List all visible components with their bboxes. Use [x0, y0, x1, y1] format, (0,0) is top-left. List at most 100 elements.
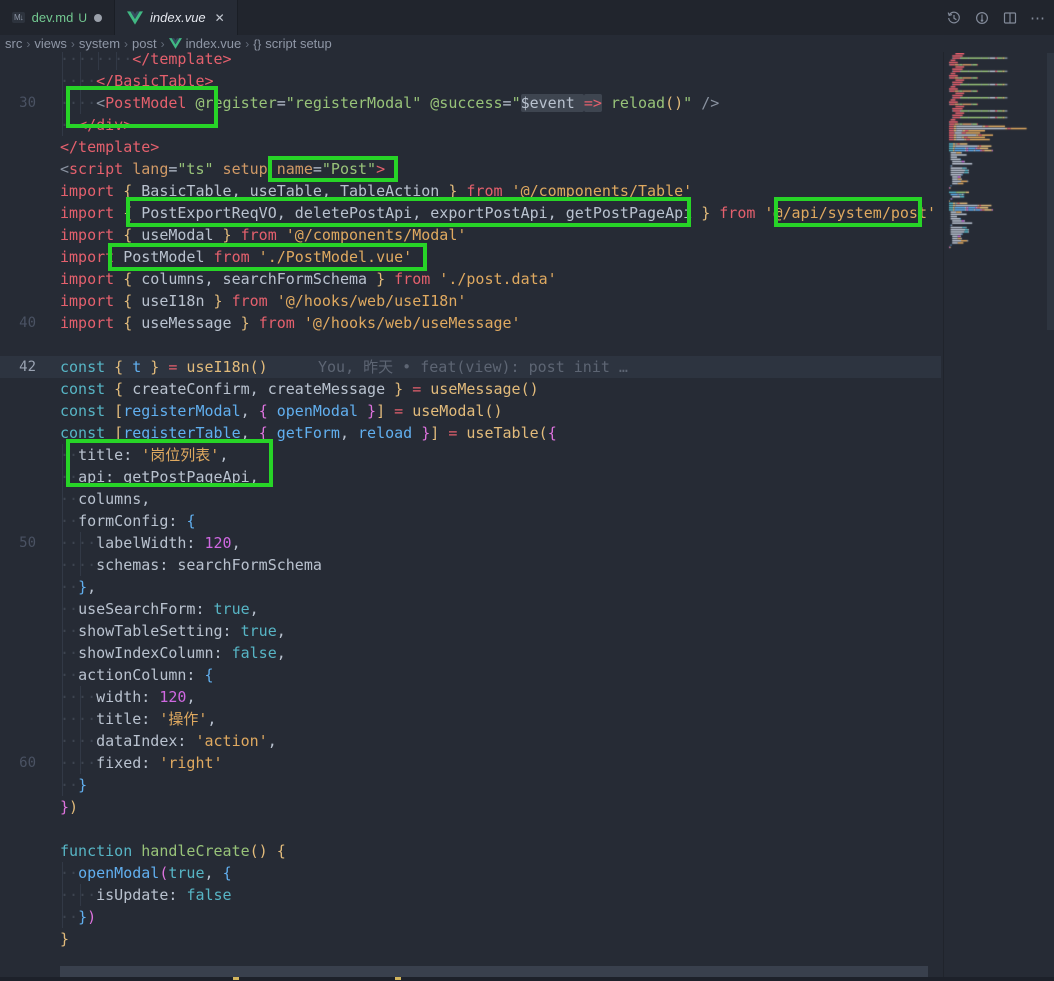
code-area[interactable]: ········</template>····</BasicTable>30··…: [0, 48, 941, 981]
tab-bar: M↓ dev.md U index.vue ✕: [0, 0, 1054, 35]
code-line-55[interactable]: ··showIndexColumn: false,: [0, 642, 941, 664]
code-token: columns, searchFormSchema: [141, 270, 367, 288]
code-line-46[interactable]: ··title: '岗位列表',: [0, 444, 941, 466]
code-token: [421, 94, 430, 112]
code-token: ··: [60, 490, 78, 508]
code-line-47[interactable]: ··api: getPostPageApi,: [0, 466, 941, 488]
code-line-68[interactable]: }: [0, 928, 941, 950]
code-line-48[interactable]: ··columns,: [0, 488, 941, 510]
timeline-history-icon[interactable]: [945, 9, 962, 26]
unsaved-dot-icon[interactable]: [94, 14, 102, 22]
code-line-56[interactable]: ··actionColumn: {: [0, 664, 941, 686]
code-line-67[interactable]: ··}): [0, 906, 941, 928]
code-token: {: [105, 380, 132, 398]
code-token: title:: [78, 446, 141, 464]
code-line-31[interactable]: ··</div>: [0, 114, 941, 136]
code-line-39[interactable]: import { useI18n } from '@/hooks/web/use…: [0, 290, 941, 312]
code-token: setup name: [214, 160, 313, 178]
code-token: {: [114, 182, 141, 200]
breadcrumb-item-src[interactable]: src: [5, 36, 22, 51]
code-line-29[interactable]: ····</BasicTable>: [0, 70, 941, 92]
code-line-37[interactable]: import PostModel from './PostModel.vue': [0, 246, 941, 268]
code-token: function: [60, 842, 141, 860]
code-line-61[interactable]: ··}: [0, 774, 941, 796]
code-line-30[interactable]: 30····<PostModel @register="registerModa…: [0, 92, 941, 114]
code-line-41[interactable]: [0, 334, 941, 356]
code-line-53[interactable]: ··useSearchForm: true,: [0, 598, 941, 620]
vue-icon: [127, 11, 143, 25]
code-line-34[interactable]: import { BasicTable, useTable, TableActi…: [0, 180, 941, 202]
source-control-graph-icon[interactable]: [973, 9, 990, 26]
code-token: }: [692, 204, 719, 222]
code-line-50[interactable]: 50····labelWidth: 120,: [0, 532, 941, 554]
code-token: ,: [219, 446, 228, 464]
code-token: ,: [277, 622, 286, 640]
code-token: "ts": [177, 160, 213, 178]
code-line-32[interactable]: </template>: [0, 136, 941, 158]
code-token: getForm: [277, 424, 340, 442]
breadcrumb-item-post[interactable]: post: [132, 36, 157, 51]
code-line-44[interactable]: const [registerModal, { openModal }] = u…: [0, 400, 941, 422]
git-status-badge: U: [78, 11, 87, 25]
close-icon[interactable]: ✕: [215, 11, 225, 25]
code-line-60[interactable]: 60····fixed: 'right': [0, 752, 941, 774]
code-token: {: [114, 226, 141, 244]
more-actions-icon[interactable]: ⋯: [1029, 9, 1046, 26]
code-line-35[interactable]: import { PostExportReqVO, deletePostApi,…: [0, 202, 941, 224]
code-line-36[interactable]: import { useModal } from '@/components/M…: [0, 224, 941, 246]
code-line-63[interactable]: [0, 818, 941, 840]
code-token: from: [394, 270, 430, 288]
code-line-62[interactable]: }): [0, 796, 941, 818]
code-line-52[interactable]: ··},: [0, 576, 941, 598]
tab-dev-md[interactable]: M↓ dev.md U: [0, 0, 115, 35]
code-token: registerModal: [123, 402, 240, 420]
code-token: fixed:: [96, 754, 159, 772]
code-line-45[interactable]: const [registerTable, { getForm, reload …: [0, 422, 941, 444]
breadcrumb-separator: ›: [245, 37, 249, 51]
breadcrumb-label: src: [5, 36, 22, 51]
code-token: t: [132, 358, 141, 376]
code-token: width:: [96, 688, 159, 706]
vue-icon: [169, 38, 182, 49]
code-line-59[interactable]: ····dataIndex: 'action',: [0, 730, 941, 752]
code-line-49[interactable]: ··formConfig: {: [0, 510, 941, 532]
breadcrumb-item-script-setup[interactable]: {}script setup: [253, 36, 332, 51]
code-line-57[interactable]: ····width: 120,: [0, 686, 941, 708]
minimap[interactable]: [945, 53, 1054, 973]
code-token: '岗位列表': [141, 446, 219, 464]
split-editor-icon[interactable]: [1001, 9, 1018, 26]
breadcrumb-item-index.vue[interactable]: index.vue: [169, 36, 242, 51]
tab-index-vue[interactable]: index.vue ✕: [115, 0, 238, 35]
code-token: ··: [60, 622, 78, 640]
code-line-40[interactable]: 40import { useMessage } from '@/hooks/we…: [0, 312, 941, 334]
horizontal-scrollbar[interactable]: [60, 966, 928, 977]
breadcrumb-label: system: [79, 36, 120, 51]
code-line-54[interactable]: ··showTableSetting: true,: [0, 620, 941, 642]
minimap-slider[interactable]: [1047, 53, 1054, 330]
code-line-38[interactable]: import { columns, searchFormSchema } fro…: [0, 268, 941, 290]
code-token: {: [548, 424, 557, 442]
code-token: ": [512, 94, 521, 112]
code-token: from: [205, 248, 250, 266]
code-token: ····: [60, 886, 96, 904]
code-token: }: [385, 380, 403, 398]
code-line-33[interactable]: <script lang="ts" setup name="Post">: [0, 158, 941, 180]
code-token: }: [60, 798, 69, 816]
code-line-66[interactable]: ····isUpdate: false: [0, 884, 941, 906]
code-line-43[interactable]: const { createConfirm, createMessage } =…: [0, 378, 941, 400]
code-line-51[interactable]: ····schemas: searchFormSchema: [0, 554, 941, 576]
breadcrumb-item-system[interactable]: system: [79, 36, 120, 51]
code-line-58[interactable]: ····title: '操作',: [0, 708, 941, 730]
code-token: '@/components/Modal': [277, 226, 467, 244]
code-token: useModal: [141, 226, 213, 244]
code-token: [: [105, 402, 123, 420]
code-token: '操作': [159, 710, 207, 728]
breadcrumb-item-views[interactable]: views: [34, 36, 67, 51]
code-token: true: [241, 622, 277, 640]
line-number: 60: [0, 752, 36, 774]
code-token: title:: [96, 710, 159, 728]
code-line-65[interactable]: ··openModal(true, {: [0, 862, 941, 884]
code-line-64[interactable]: function handleCreate() {: [0, 840, 941, 862]
code-line-42[interactable]: 42const { t } = useI18n()You, 昨天 • feat(…: [0, 356, 941, 378]
code-token: from: [259, 314, 295, 332]
